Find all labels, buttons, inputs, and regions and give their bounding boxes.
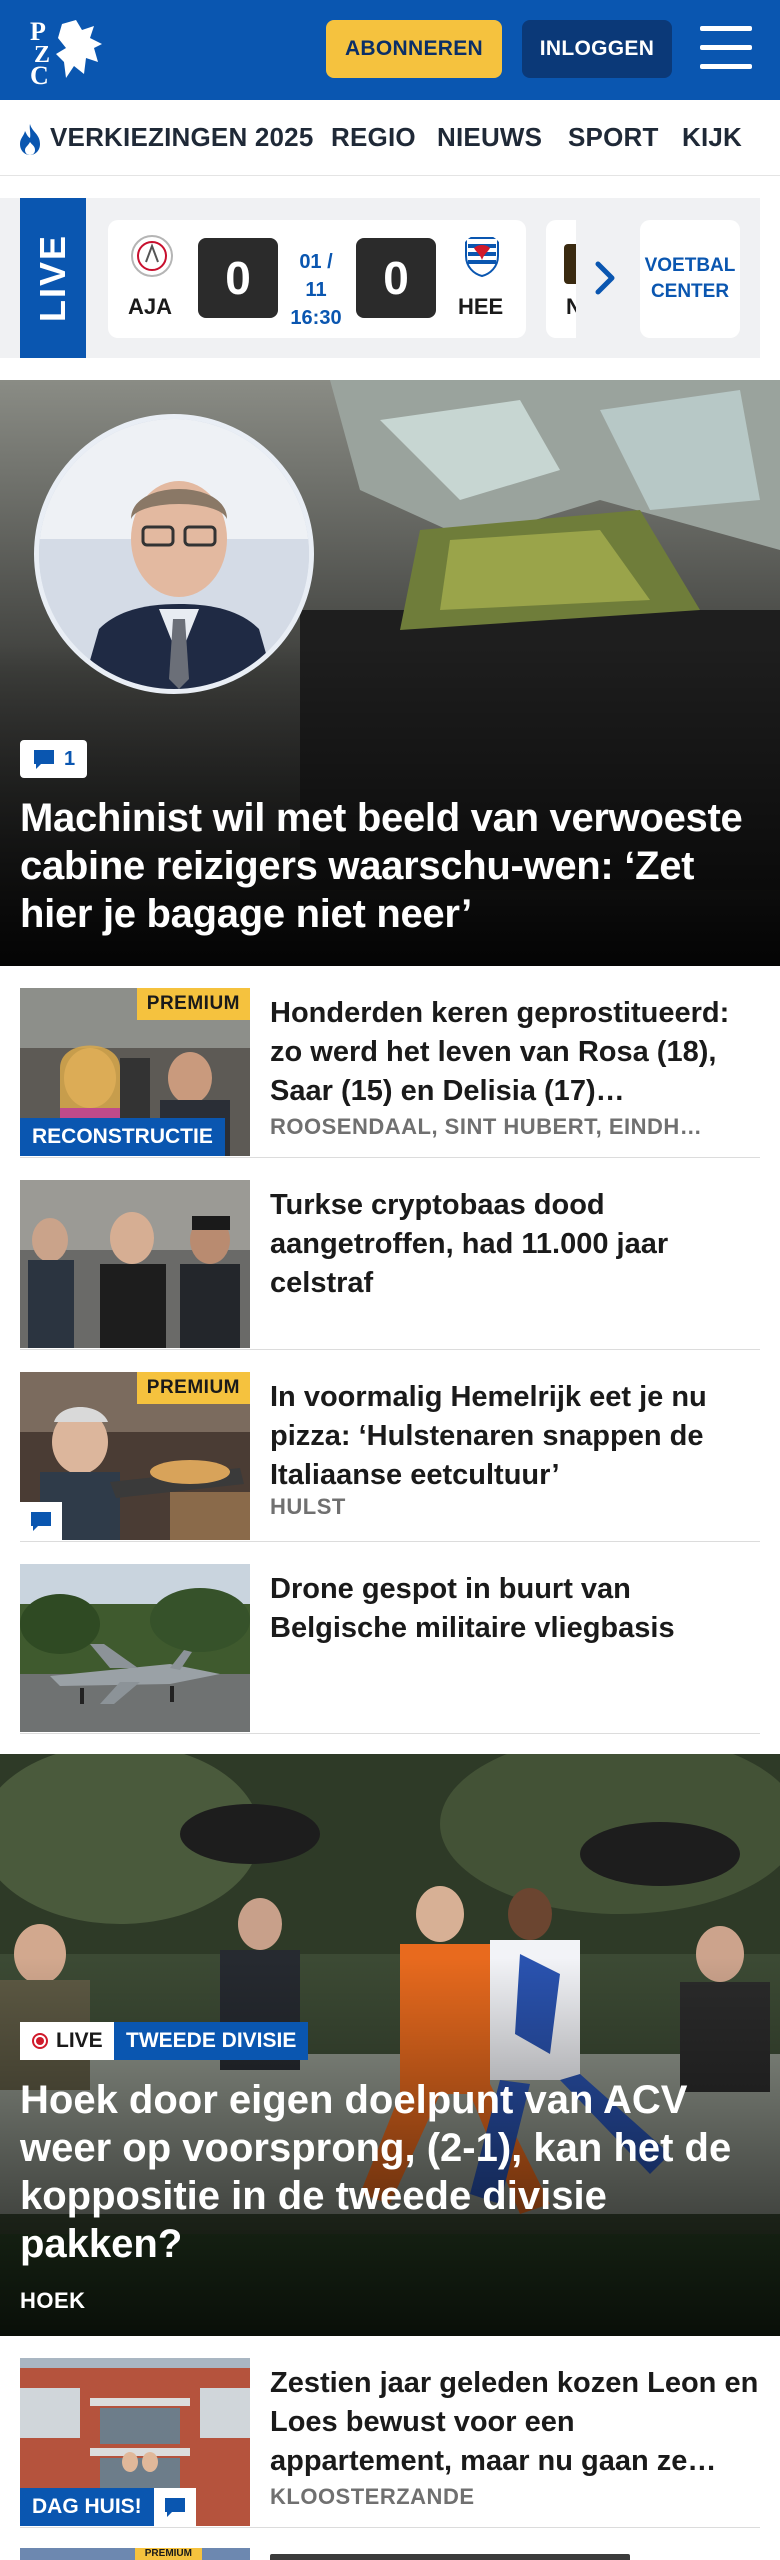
match-card[interactable]: AJA 0 01 / 11 16:30 0 HEE [108,220,526,338]
article-thumbnail: DAG HUIS! [20,2358,250,2526]
article-thumbnail [20,1180,250,1348]
live-scores-strip: LIVE AJA 0 01 / 11 16:30 0 HEE N VOETBAL… [0,198,760,358]
article-location: KLOOSTERZANDE [270,2484,475,2509]
nav-item-kijk[interactable]: KIJK [682,122,742,153]
article-title[interactable]: Drone gespot in buurt van Belgische mili… [270,1570,760,1648]
comment-badge[interactable] [154,2488,196,2526]
sport-headline[interactable]: Hoek door eigen doelpunt van ACV weer op… [20,2076,760,2268]
login-button[interactable]: INLOGGEN [522,20,672,78]
match-date: 01 / 11 [299,251,333,301]
premium-badge: PREMIUM [136,1372,250,1404]
live-tab-label: LIVE [32,233,74,323]
live-dot-icon [32,2033,48,2049]
article-title-peek[interactable] [270,2550,670,2560]
comment-count-badge[interactable]: 1 [20,740,88,778]
top-bar: P Z C ABONNEREN INLOGGEN [0,0,780,100]
voetbal-center-line2: CENTER [650,281,730,302]
ajax-crest-icon [131,235,173,277]
logo-mark-icon: P Z C [30,17,102,90]
hero-headline[interactable]: Machinist wil met beeld van verwoeste ca… [20,794,760,938]
list-item[interactable]: DAG HUIS! Zestien jaar geleden kozen Leo… [20,2336,760,2528]
article-thumbnail: PREMIUM RECONSTRUCTIE [20,988,250,1156]
premium-badge: PREMIUM [134,2548,202,2560]
author-portrait [34,414,314,694]
section-nav: VERKIEZINGEN 2025 REGIO NIEUWS SPORT KIJ… [0,100,780,176]
svg-text:C: C [30,61,49,86]
voetbal-center-line1: VOETBAL [644,255,736,276]
comment-icon [34,750,54,769]
nav-item-regio[interactable]: REGIO [331,122,416,153]
article-title[interactable]: Honderden keren geprostitueerd: zo werd … [270,994,760,1111]
list-item[interactable]: PREMIUM In voormalig Hemelrijk eet je nu… [20,1350,760,1542]
article-location: ROOSENDAAL, SINT HUBERT, EINDH… [270,1114,703,1139]
voetbal-center-button[interactable]: VOETBAL CENTER [640,220,740,338]
hero-article[interactable]: 1 Machinist wil met beeld van verwoeste … [0,380,780,966]
menu-icon[interactable] [700,26,752,70]
pzc-logo[interactable]: P Z C [28,14,112,90]
article-title[interactable]: Zestien jaar geleden kozen Leon en Loes … [270,2364,760,2481]
chevron-right-icon[interactable] [590,258,620,298]
live-badge: LIVE [20,2022,115,2060]
article-title[interactable]: Turkse cryptobaas dood aangetroffen, had… [270,1186,760,1303]
next-crest-icon [564,244,576,284]
away-team-code: HEE [458,294,504,319]
heerenveen-crest-icon [465,237,499,278]
article-thumbnail [20,1564,250,1732]
match-datetime: 01 / 11 16:30 [286,248,346,332]
flame-icon [20,124,40,155]
away-score: 0 [356,238,436,318]
category-label: DAG HUIS! [20,2488,154,2526]
nav-item-nieuws[interactable]: NIEUWS [437,122,542,153]
comment-count: 1 [64,747,76,770]
division-badge: TWEEDE DIVISIE [114,2022,309,2060]
match-time: 16:30 [290,307,342,329]
list-item[interactable]: Drone gespot in buurt van Belgische mili… [20,1542,760,1734]
nav-item-verkiezingen[interactable]: VERKIEZINGEN 2025 [50,122,314,153]
comment-badge[interactable] [20,1502,62,1540]
list-item[interactable]: Turkse cryptobaas dood aangetroffen, had… [20,1158,760,1350]
article-location: HULST [270,1494,346,1519]
next-match-card[interactable]: N [546,220,576,338]
sport-feature-article[interactable]: LIVE TWEEDE DIVISIE Hoek door eigen doel… [0,1754,780,2336]
list-item[interactable]: PREMIUM RECONSTRUCTIE Honderden keren ge… [20,966,760,1158]
article-thumbnail: PREMIUM [20,1372,250,1540]
article-title[interactable]: In voormalig Hemelrijk eet je nu pizza: … [270,1378,760,1495]
premium-badge: PREMIUM [136,988,250,1020]
comment-icon [165,2498,185,2517]
article-thumbnail-peek[interactable]: PREMIUM [20,2548,250,2560]
live-tab[interactable]: LIVE [20,198,86,358]
nav-item-sport[interactable]: SPORT [568,122,659,153]
next-team-code: N [566,294,576,319]
subscribe-button[interactable]: ABONNEREN [326,20,502,78]
sport-location: HOEK [20,2288,86,2313]
home-score: 0 [198,238,278,318]
live-badge-label: LIVE [56,2029,103,2052]
category-label: RECONSTRUCTIE [20,1118,225,1156]
home-team-code: AJA [128,294,173,319]
comment-icon [31,1512,51,1531]
